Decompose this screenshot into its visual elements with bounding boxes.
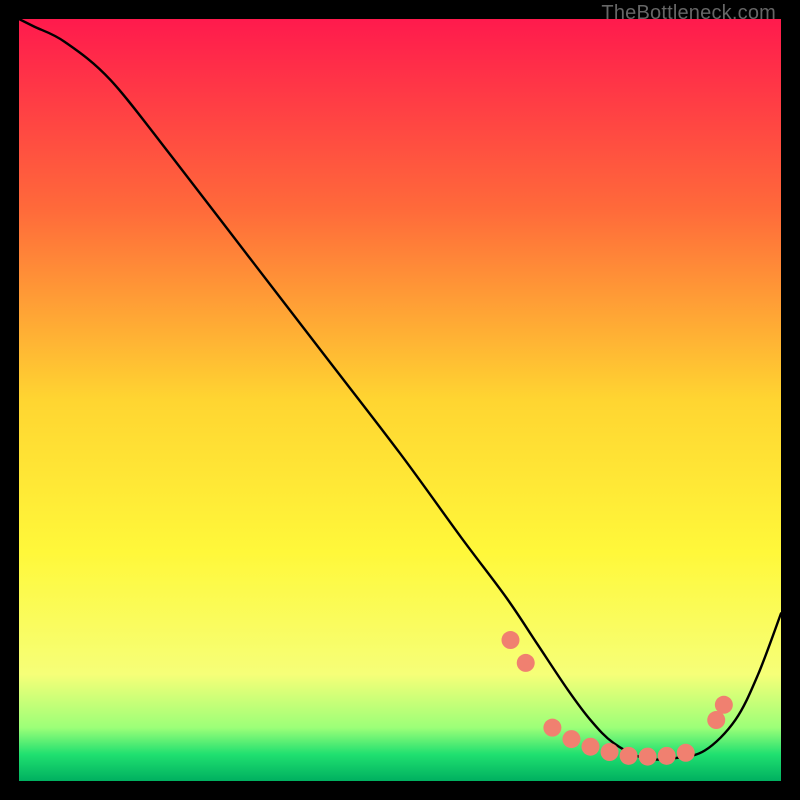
chart-frame [19,19,781,781]
chart-plot [19,19,781,781]
curve-marker [501,631,519,649]
curve-marker [517,654,535,672]
curve-marker [620,747,638,765]
curve-marker [562,730,580,748]
watermark-text: TheBottleneck.com [601,2,776,25]
curve-marker [677,744,695,762]
curve-marker [601,743,619,761]
curve-marker [543,719,561,737]
curve-marker [707,711,725,729]
curve-marker [639,748,657,766]
chart-background [19,19,781,781]
curve-marker [582,738,600,756]
curve-marker [715,696,733,714]
curve-marker [658,747,676,765]
